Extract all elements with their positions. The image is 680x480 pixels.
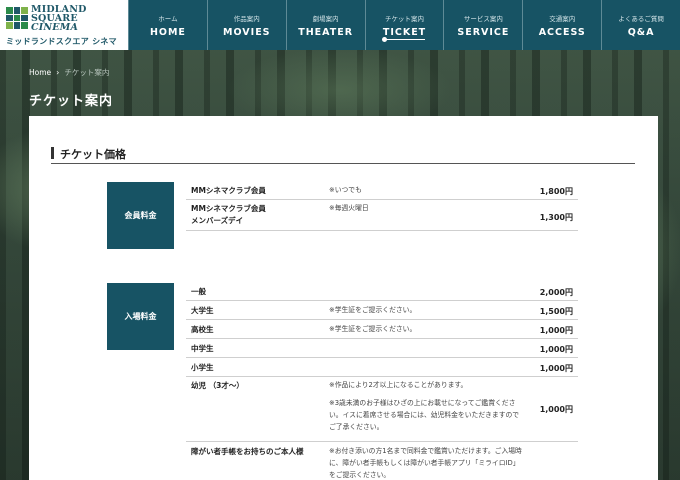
row-price: 1,800円 (539, 187, 573, 196)
site-logo[interactable]: MIDLAND SQUARE CINEMA ミッドランドスクエア シネマ (0, 0, 128, 50)
row-note: ※毎週火曜日 (329, 204, 369, 212)
nav-movies-en: MOVIES (223, 26, 271, 38)
row-name: MMシネマクラブ会員 (191, 186, 266, 195)
page-title: チケット案内 (29, 94, 114, 109)
nav-qa-en: Q&A (627, 26, 655, 38)
table-row: 高校生 ※学生証をご提示ください。 1,000円 (186, 320, 578, 339)
row-name: 幼児 （3才～） (191, 381, 244, 390)
nav-qa[interactable]: よくあるご質問 Q&A (601, 0, 680, 50)
nav-service-jp: サービス案内 (463, 14, 503, 23)
row-price: 2,000円 (539, 288, 573, 297)
admission-pricing-label: 入場料金 (107, 283, 174, 350)
logo-tile (6, 7, 13, 14)
nav-movies-jp: 作品案内 (233, 14, 260, 23)
row-name: MMシネマクラブ会員 メンバーズデイ (191, 203, 266, 227)
logo-tile (13, 22, 21, 29)
section-heading: チケット価格 (51, 146, 635, 164)
member-pricing-label: 会員料金 (107, 182, 174, 249)
row-price: 1,000円 (539, 326, 573, 335)
row-name: 小学生 (191, 363, 214, 372)
admission-pricing-table: 一般 2,000円 大学生 ※学生証をご提示ください。 1,500円 高校生 ※… (186, 282, 578, 480)
nav-home-jp: ホーム (158, 14, 178, 23)
logo-tile (21, 22, 28, 29)
row-price: 1,300円 (539, 213, 573, 222)
logo-tile (6, 22, 13, 29)
breadcrumb: Home › チケット案内 (29, 67, 109, 78)
nav-access-en: ACCESS (538, 26, 586, 38)
member-pricing-table: MMシネマクラブ会員 ※いつでも 1,800円 MMシネマクラブ会員 メンバーズ… (186, 181, 578, 231)
nav-ticket-jp: チケット案内 (385, 14, 424, 23)
table-row: MMシネマクラブ会員 ※いつでも 1,800円 (186, 181, 578, 200)
nav-access[interactable]: 交通案内 ACCESS (522, 0, 601, 50)
logo-mark-icon (6, 7, 28, 29)
nav-home[interactable]: ホーム HOME (128, 0, 207, 50)
nav-service[interactable]: サービス案内 SERVICE (443, 0, 522, 50)
table-row: 障がい者手帳をお持ちのご本人様 ※お付き添いの方1名まで同料金で鑑賞いただけます… (186, 442, 578, 480)
nav-ticket[interactable]: チケット案内 TICKET (364, 0, 444, 50)
logo-tile (13, 7, 21, 14)
row-name: 一般 (191, 287, 206, 296)
logo-japanese: ミッドランドスクエア シネマ (6, 37, 117, 46)
section-heading-text: チケット価格 (60, 148, 126, 161)
heading-bar (51, 147, 54, 159)
content-panel: チケット価格 会員料金 MMシネマクラブ会員 ※いつでも 1,800円 MMシネ… (29, 116, 658, 480)
table-row: 大学生 ※学生証をご提示ください。 1,500円 (186, 301, 578, 320)
nav-qa-jp: よくあるご質問 (618, 14, 664, 23)
logo-tile (21, 14, 28, 22)
row-price: 1,000円 (539, 364, 573, 373)
nav-service-en: SERVICE (457, 26, 510, 38)
breadcrumb-current: チケット案内 (64, 68, 110, 77)
row-name-line-1: MMシネマクラブ会員 (191, 204, 266, 213)
logo-tile (21, 7, 28, 14)
row-note: ※学生証をご提示ください。 (329, 306, 417, 314)
site-header: MIDLAND SQUARE CINEMA ミッドランドスクエア シネマ ホーム… (0, 0, 680, 50)
row-note: ※いつでも (329, 186, 362, 194)
chevron-right-icon: › (56, 68, 60, 77)
table-row: MMシネマクラブ会員 メンバーズデイ ※毎週火曜日 1,300円 (186, 200, 578, 231)
row-name-line-2: メンバーズデイ (191, 216, 244, 225)
row-note: ※お付き添いの方1名まで同料金で鑑賞いただけます。ご入場時に、障がい者手帳もしく… (329, 447, 522, 479)
logo-line-3: CINEMA (31, 22, 79, 33)
row-name: 中学生 (191, 344, 214, 353)
row-note-secondary: ※3歳未満のお子様はひざの上にお載せになってご鑑賞ください。イスに着席させる場合… (329, 399, 520, 431)
row-price: 1,000円 (539, 345, 573, 354)
nav-theater-en: THEATER (298, 26, 354, 38)
table-row: 小学生 1,000円 (186, 358, 578, 377)
nav-movies[interactable]: 作品案内 MOVIES (206, 0, 286, 50)
global-nav: ホーム HOME 作品案内 MOVIES 劇場案内 THEATER チケット案内… (128, 0, 680, 50)
row-price: 1,000円 (539, 405, 573, 414)
logo-wordmark: MIDLAND SQUARE CINEMA (31, 5, 87, 33)
row-note: ※作品により2才以上になることがあります。 (329, 381, 468, 389)
nav-home-en: HOME (149, 26, 186, 38)
row-name: 大学生 (191, 306, 214, 315)
breadcrumb-home-link[interactable]: Home (29, 68, 51, 77)
nav-theater-jp: 劇場案内 (312, 14, 339, 23)
row-note: ※学生証をご提示ください。 (329, 325, 417, 333)
row-name: 高校生 (191, 325, 214, 334)
table-row: 一般 2,000円 (186, 282, 578, 301)
row-name: 障がい者手帳をお持ちのご本人様 (191, 447, 304, 456)
nav-active-indicator (381, 37, 426, 42)
logo-tile (13, 14, 21, 22)
table-row: 幼児 （3才～） ※作品により2才以上になることがあります。 ※3歳未満のお子様… (186, 377, 578, 442)
logo-tile (6, 14, 13, 22)
row-price: 1,500円 (539, 307, 573, 316)
nav-access-jp: 交通案内 (549, 14, 576, 23)
nav-ticket-en: TICKET (382, 26, 427, 38)
nav-theater[interactable]: 劇場案内 THEATER (285, 0, 365, 50)
table-row: 中学生 1,000円 (186, 339, 578, 358)
